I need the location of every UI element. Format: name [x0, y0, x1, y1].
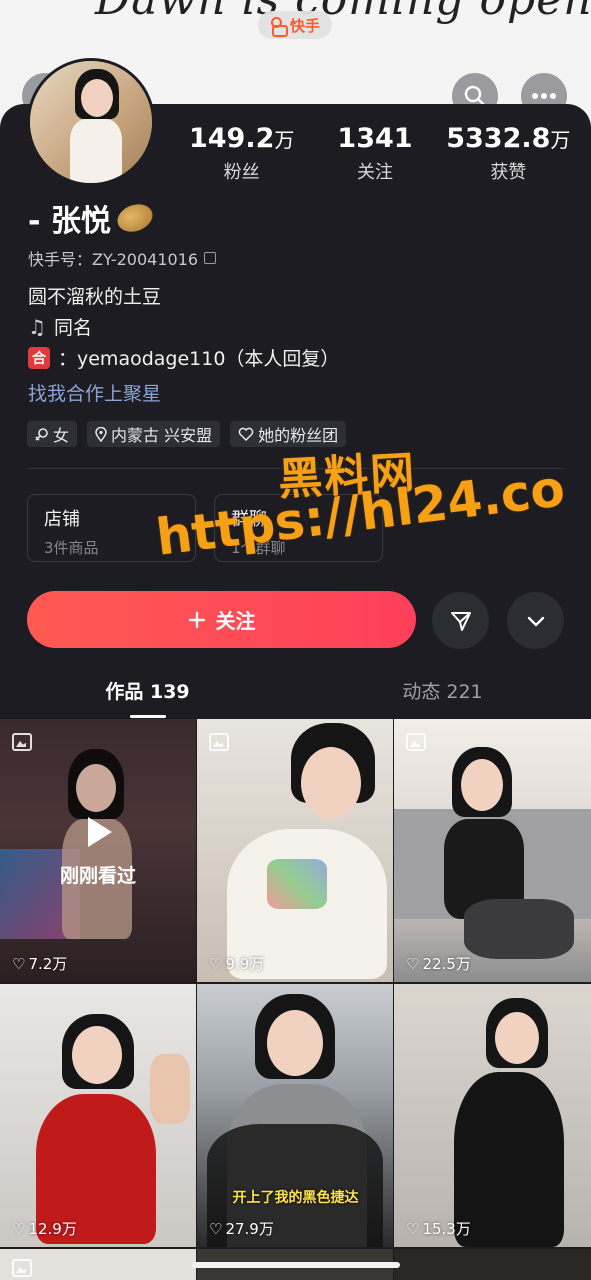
cover-text: Dawn is coming open your eyes. — [95, 0, 591, 25]
stat-label: 粉丝 — [223, 162, 260, 183]
profile-name: - 张悦 — [28, 196, 157, 240]
stats-row: 149.2万 粉丝 1341 关注 5332.8万 获赞 — [175, 123, 575, 184]
post-thumbnail[interactable]: ♡ 12.9万 — [0, 984, 196, 1247]
gallery-icon — [406, 733, 426, 751]
post-thumbnail[interactable]: ♡ 15.3万 — [394, 984, 591, 1247]
heart-outline-icon: ♡ — [209, 1219, 223, 1238]
stat-unit: 万 — [274, 128, 295, 152]
he-badge-icon: 合 — [28, 346, 50, 369]
likes-count: 12.9万 — [28, 1220, 77, 1238]
tab-works[interactable]: 作品 139 — [0, 677, 295, 719]
gallery-icon — [12, 1259, 32, 1277]
send-icon — [450, 611, 471, 631]
bio-text: 同名 — [53, 317, 92, 339]
post-thumbnail[interactable]: ♡ 22.5万 — [394, 719, 591, 982]
brand-badge: 快手 — [258, 11, 332, 39]
stat-value: 5332.8 — [446, 123, 551, 154]
post-thumbnail[interactable]: 开上了我的黑色捷达 ♡ 27.9万 — [197, 984, 393, 1247]
tab-underline — [130, 715, 166, 718]
heart-outline-icon: ♡ — [406, 1219, 420, 1238]
heart-outline-icon: ♡ — [12, 1219, 26, 1238]
home-indicator[interactable] — [192, 1262, 400, 1268]
heart-outline-icon: ♡ — [406, 954, 420, 973]
bio-line-2: ♫ 同名 — [28, 313, 92, 340]
post-likes: ♡ 27.9万 — [209, 1218, 274, 1239]
heart-icon — [238, 427, 254, 441]
likes-count: 7.2万 — [28, 955, 68, 973]
user-id[interactable]: 快手号：ZY-20041016 — [28, 246, 217, 270]
post-caption: 开上了我的黑色捷达 — [232, 1190, 359, 1206]
post-likes: ♡ 9.9万 — [209, 953, 264, 974]
stat-label: 关注 — [356, 162, 393, 183]
bio-text: 圆不溜秋的土豆 — [28, 286, 162, 308]
stat-unit: 万 — [550, 128, 571, 152]
user-id-text: 快手号：ZY-20041016 — [28, 250, 199, 269]
kuaishou-logo-icon — [270, 17, 288, 37]
stat-label: 获赞 — [490, 162, 527, 183]
heart-outline-icon: ♡ — [12, 954, 26, 973]
cooperation-link[interactable]: 找我合作上聚星 — [28, 379, 161, 406]
likes-count: 15.3万 — [422, 1220, 471, 1238]
post-thumbnail[interactable] — [394, 1249, 591, 1280]
likes-count: 9.9万 — [225, 955, 265, 973]
bio-line-1: 圆不溜秋的土豆 — [28, 282, 161, 309]
bio-line-3: 合 ：yemaodage110（本人回复） — [28, 344, 339, 371]
play-icon — [88, 817, 112, 847]
recently-viewed-label: 刚刚看过 — [59, 865, 136, 887]
music-note-icon: ♫ — [28, 314, 46, 339]
share-button[interactable] — [432, 592, 489, 649]
brand-label: 快手 — [289, 16, 320, 35]
stat-followers[interactable]: 149.2万 粉丝 — [175, 123, 308, 184]
tag-gender[interactable]: 女 — [27, 421, 78, 447]
tab-moments[interactable]: 动态 221 — [295, 677, 590, 719]
post-likes: ♡ 22.5万 — [406, 953, 471, 974]
stat-value: 149.2 — [188, 123, 275, 154]
post-thumbnail[interactable]: 刚刚看过 ♡ 7.2万 — [0, 719, 196, 982]
post-likes: ♡ 15.3万 — [406, 1218, 471, 1239]
follow-label: 关注 — [215, 609, 256, 633]
heart-outline-icon: ♡ — [209, 954, 223, 973]
stat-value: 1341 — [337, 123, 413, 154]
likes-count: 22.5万 — [422, 955, 471, 973]
post-likes: ♡ 7.2万 — [12, 953, 67, 974]
potato-emoji-icon — [113, 199, 157, 237]
location-icon — [95, 426, 107, 442]
post-likes: ♡ 12.9万 — [12, 1218, 77, 1239]
copy-icon[interactable] — [204, 252, 217, 264]
gallery-icon — [209, 733, 229, 751]
chevron-down-icon — [527, 616, 544, 626]
stat-following[interactable]: 1341 关注 — [308, 123, 441, 184]
tag-location[interactable]: 内蒙古 兴安盟 — [87, 421, 221, 447]
posts-grid: 刚刚看过 ♡ 7.2万 ♡ 9.9万 ♡ 22.5万 ♡ 12.9万 开上了我的黑色捷达… — [0, 719, 591, 1280]
plus-icon — [188, 611, 205, 628]
likes-count: 27.9万 — [225, 1220, 274, 1238]
post-thumbnail[interactable]: ♡ 9.9万 — [197, 719, 393, 982]
content-tabs: 作品 139 动态 221 — [0, 677, 591, 719]
follow-button[interactable]: 关注 — [27, 591, 416, 648]
stat-likes[interactable]: 5332.8万 获赞 — [442, 123, 575, 184]
more-dots-icon — [532, 93, 556, 99]
bio-text: ：yemaodage110（本人回复） — [58, 348, 340, 370]
profile-name-text: - 张悦 — [28, 204, 111, 239]
gallery-icon — [12, 733, 32, 751]
avatar[interactable] — [27, 58, 155, 186]
tag-label: 女 — [53, 426, 70, 445]
gender-icon — [35, 428, 48, 441]
tag-label: 内蒙古 兴安盟 — [111, 426, 213, 445]
post-thumbnail[interactable] — [0, 1249, 196, 1280]
expand-button[interactable] — [507, 592, 564, 649]
